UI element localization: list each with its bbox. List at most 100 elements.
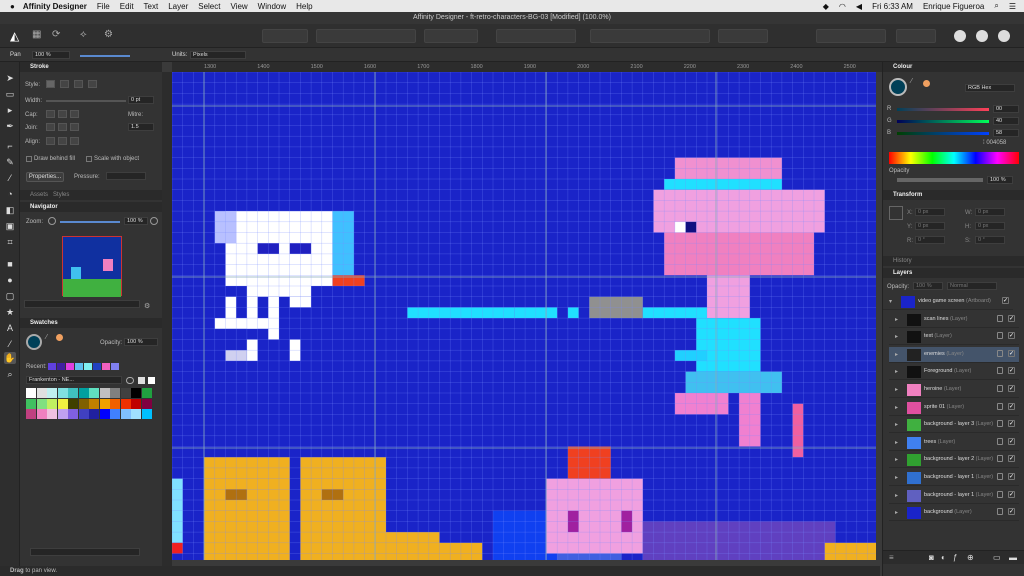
recent-swatch[interactable] [93, 363, 101, 370]
chevron-right-icon[interactable]: ▸ [895, 509, 898, 516]
h-field[interactable]: 0 px [975, 222, 1005, 230]
chevron-right-icon[interactable]: ▸ [895, 404, 898, 411]
colour-spectrum[interactable] [889, 152, 1019, 164]
chevron-right-icon[interactable]: ▸ [895, 474, 898, 481]
g-slider[interactable] [897, 120, 989, 123]
node-tool-icon[interactable]: ▸ [4, 104, 16, 116]
recent-swatch[interactable] [75, 363, 83, 370]
style-solid-button[interactable] [60, 80, 69, 88]
y-field[interactable]: 0 px [915, 222, 945, 230]
colour-panel-title[interactable]: Colour [883, 62, 1024, 72]
layer-row[interactable]: ▸ enemies (Layer) ✓ [889, 346, 1019, 363]
top-ruler[interactable]: 1300 1400 1500 1600 1700 1800 1900 2000 2100 2200… [172, 62, 882, 72]
artboard-tool-icon[interactable]: ▭ [4, 88, 16, 100]
menu-text[interactable]: Text [144, 2, 159, 11]
pen-tool-icon[interactable]: ✒ [4, 120, 16, 132]
palette-swatch[interactable] [47, 398, 57, 409]
palette-swatch[interactable] [68, 388, 78, 398]
palette-swatch[interactable] [141, 409, 152, 419]
palette-swatch[interactable] [26, 409, 36, 419]
menu-list-icon[interactable]: ☰ [1009, 2, 1016, 11]
lock-icon[interactable] [997, 508, 1003, 516]
palette-swatch[interactable] [110, 398, 120, 409]
search-icon[interactable]: ⌕ [994, 1, 998, 11]
layer-row[interactable]: ▸ trees (Layer) ✓ [889, 435, 1019, 451]
isolate-group[interactable] [262, 29, 308, 43]
visibility-checkbox[interactable]: ✓ [1008, 314, 1015, 322]
geometry-group[interactable] [590, 29, 710, 43]
mask-icon[interactable]: ◙ [929, 553, 934, 562]
colour-mode-dropdown[interactable]: RGB Hex [965, 84, 1015, 92]
palette-swatch[interactable] [57, 388, 68, 398]
tab-assets[interactable]: Assets [30, 192, 48, 198]
add-layer-icon[interactable]: ⊕ [967, 553, 974, 562]
dropbox-icon[interactable]: ◆ [823, 2, 829, 11]
layer-row[interactable]: ▸ background - layer 2 (Layer) ✓ [889, 452, 1019, 469]
layers-opacity-field[interactable]: 100 % [913, 282, 943, 290]
palette-swatch[interactable] [110, 388, 120, 398]
transform-panel-title[interactable]: Transform [883, 190, 1024, 200]
stack-icon[interactable]: ≡ [889, 553, 894, 562]
palette-swatch[interactable] [36, 398, 47, 409]
lock-icon[interactable] [997, 455, 1003, 463]
chevron-right-icon[interactable]: ▸ [895, 386, 898, 393]
eyedropper-tool-icon[interactable]: ⁄ [4, 338, 16, 350]
layer-row[interactable]: ▸ Foreground (Layer) ✓ [889, 364, 1019, 381]
palette-swatch[interactable] [26, 398, 36, 409]
navigator-preview[interactable] [62, 236, 122, 297]
menu-layer[interactable]: Layer [168, 2, 188, 11]
navigator-zoom-field[interactable]: 100 % [124, 217, 148, 225]
crop-tool-icon[interactable]: ⌗ [4, 236, 16, 248]
swatch-search-field[interactable] [30, 548, 140, 556]
menu-file[interactable]: File [97, 2, 110, 11]
r-field[interactable]: 00 [993, 105, 1019, 113]
palette-swatch[interactable] [36, 388, 47, 398]
g-field[interactable]: 40 [993, 117, 1019, 125]
rounded-rect-tool-icon[interactable]: ▢ [4, 290, 16, 302]
style-dash-button[interactable] [74, 80, 83, 88]
align-outside-button[interactable] [70, 137, 79, 145]
context-zoom-field[interactable]: 100 % [32, 51, 70, 59]
recent-swatch[interactable] [57, 363, 65, 370]
lock-icon[interactable] [997, 385, 1003, 392]
settings-icon[interactable]: ⚙ [104, 29, 118, 43]
style-none-button[interactable] [46, 80, 55, 88]
order-group[interactable] [896, 29, 936, 43]
share-icon[interactable]: ⟡ [80, 29, 94, 43]
palette-swatch[interactable] [141, 398, 152, 409]
pixel-persona-icon[interactable]: ▦ [32, 29, 46, 43]
recent-swatch[interactable] [84, 363, 92, 370]
join-bevel-button[interactable] [70, 123, 79, 131]
palette-swatch[interactable] [47, 409, 57, 419]
delete-layer-icon[interactable]: ▬ [1009, 553, 1017, 562]
palette-swatch[interactable] [99, 409, 110, 419]
text-tool-icon[interactable]: A [4, 322, 16, 334]
lock-icon[interactable] [997, 420, 1003, 428]
palette-swatch[interactable] [57, 398, 68, 409]
palette-swatch[interactable] [131, 409, 141, 419]
palette-swatch[interactable] [89, 388, 99, 398]
place-image-tool-icon[interactable]: ▣ [4, 220, 16, 232]
chevron-right-icon[interactable]: ▸ [895, 316, 898, 323]
align-center-button[interactable] [58, 137, 67, 145]
no-colour-swatch[interactable] [138, 377, 145, 384]
blend-mode-dropdown[interactable]: Normal [947, 282, 997, 290]
navigator-title[interactable]: Navigator [20, 202, 162, 212]
arrange-group[interactable] [316, 29, 416, 43]
context-zoom-slider[interactable] [80, 55, 130, 57]
menubar-clock[interactable]: Fri 6:33 AM [872, 2, 913, 11]
fill-colour-icon[interactable] [26, 334, 42, 350]
palette-swatch[interactable] [141, 388, 152, 398]
visibility-checkbox[interactable]: ✓ [1008, 437, 1015, 445]
layer-row[interactable]: ▸ scan lines (Layer) ✓ [889, 312, 1019, 328]
lock-icon[interactable] [997, 437, 1003, 445]
lock-icon[interactable] [997, 349, 1003, 357]
chevron-right-icon[interactable]: ▸ [895, 333, 898, 340]
menu-edit[interactable]: Edit [120, 2, 134, 11]
palette-swatch[interactable] [131, 388, 141, 398]
navigator-view-dropdown[interactable] [24, 300, 140, 308]
palette-swatch[interactable] [131, 398, 141, 409]
menu-view[interactable]: View [230, 2, 247, 11]
zoom-in-icon[interactable] [150, 217, 158, 225]
layers-panel-title[interactable]: Layers [883, 268, 1024, 278]
